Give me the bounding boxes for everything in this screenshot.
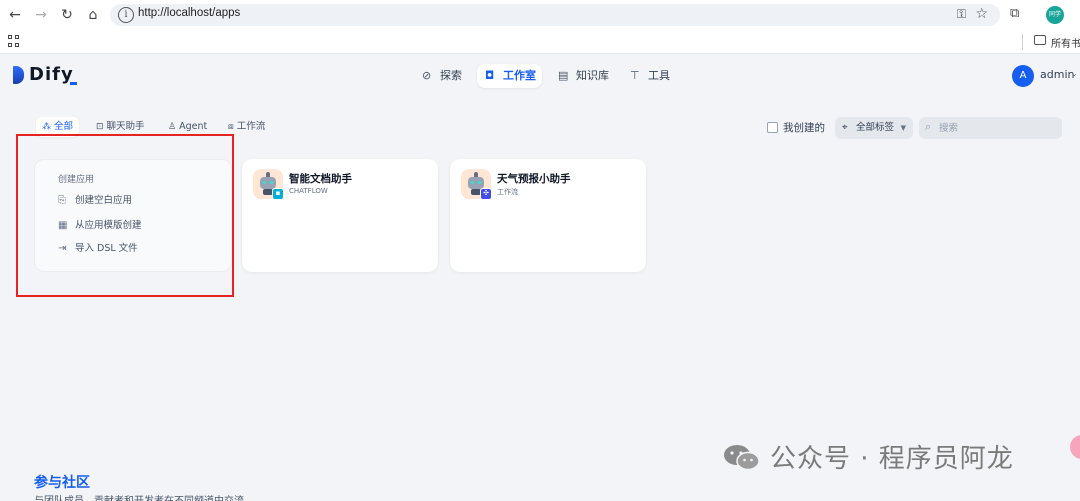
folder-icon[interactable]: [1034, 35, 1046, 45]
app-card[interactable]: ✣ 天气预报小助手 工作流: [450, 159, 646, 272]
explore-icon: ⊘: [422, 69, 432, 82]
tag-filter-label: 全部标签: [856, 122, 895, 133]
create-blank-app-button[interactable]: ⎘ 创建空白应用: [58, 192, 132, 208]
tab-chat-assistant[interactable]: ⊡ 聊天助手: [90, 117, 151, 137]
nav-knowledge-label: 知识库: [576, 69, 609, 82]
url-text[interactable]: http://localhost/apps: [138, 7, 240, 19]
template-icon: ▦: [58, 220, 68, 231]
apps-grid-icon[interactable]: [8, 35, 20, 47]
agent-icon: ♙: [168, 122, 177, 132]
nav-explore[interactable]: ⊘ 探索: [414, 64, 470, 88]
chevron-down-icon: ▼: [900, 124, 906, 132]
hammer-icon: ⊤: [630, 69, 640, 82]
app-header: Dify ⊘ 探索 ◘ 工作室 ▤ 知识库 ⊤ 工具 A admin ⌄: [0, 55, 1080, 97]
watermark-text: 公众号 · 程序员阿龙: [770, 444, 1014, 474]
created-by-me-checkbox[interactable]: [767, 122, 778, 133]
import-icon: ⇥: [58, 243, 67, 254]
create-blank-app-label: 创建空白应用: [75, 195, 133, 206]
import-dsl-label: 导入 DSL 文件: [75, 243, 138, 254]
community-description: 与团队成员、贡献者和开发者在不同频道中交流: [34, 492, 244, 501]
dify-logo-icon[interactable]: [13, 66, 24, 84]
app-name: 智能文档助手: [289, 173, 352, 185]
create-from-template-label: 从应用模版创建: [75, 220, 142, 231]
bookmarks-divider: [1022, 34, 1023, 50]
community-title: 参与社区: [34, 475, 90, 491]
chevron-down-icon[interactable]: ⌄: [1071, 69, 1078, 78]
tab-all[interactable]: ⁂ 全部: [36, 117, 80, 137]
browser-toolbar: ← → ↻ ⌂ i http://localhost/apps ⚿ ☆ ⧉ 同学: [0, 0, 1080, 30]
book-icon: ▤: [558, 69, 569, 82]
bookmark-star-icon[interactable]: ☆: [975, 6, 988, 22]
extensions-icon[interactable]: ⧉: [1010, 6, 1019, 21]
logo-text[interactable]: Dify: [29, 64, 74, 85]
workflow-icon: ⧈: [228, 122, 234, 132]
back-icon[interactable]: ←: [6, 6, 24, 24]
user-avatar[interactable]: A: [1012, 65, 1034, 87]
logo-underscore: [70, 82, 77, 85]
tab-all-label: 全部: [54, 121, 74, 132]
robot-icon: ◘: [485, 69, 495, 82]
user-name[interactable]: admin: [1040, 68, 1074, 81]
create-from-template-button[interactable]: ▦ 从应用模版创建: [58, 217, 142, 233]
all-bookmarks-label[interactable]: 所有书签: [1051, 35, 1080, 50]
app-type: 工作流: [497, 188, 518, 196]
chatflow-badge-icon: ▪: [272, 188, 284, 200]
robot-avatar-icon: ▪: [253, 169, 284, 200]
tab-chat-assistant-label: 聊天助手: [106, 121, 145, 132]
home-icon[interactable]: ⌂: [84, 6, 102, 24]
wechat-icon: [724, 445, 760, 471]
created-by-me-label[interactable]: 我创建的: [783, 120, 825, 135]
reload-icon[interactable]: ↻: [58, 6, 76, 24]
nav-studio-label: 工作室: [503, 69, 536, 82]
floating-help-button[interactable]: [1070, 435, 1080, 459]
address-bar[interactable]: i http://localhost/apps ⚿ ☆: [110, 4, 1000, 26]
create-app-title: 创建应用: [58, 175, 95, 185]
search-icon: ⌕: [925, 120, 932, 133]
nav-knowledge[interactable]: ▤ 知识库: [550, 64, 618, 88]
grid-icon: ⁂: [42, 122, 51, 132]
robot-avatar-icon: ✣: [461, 169, 492, 200]
app-card[interactable]: ▪ 智能文档助手 CHATFLOW: [242, 159, 438, 272]
nav-studio[interactable]: ◘ 工作室: [477, 64, 542, 88]
tab-agent[interactable]: ♙ Agent: [162, 117, 213, 137]
password-key-icon[interactable]: ⚿: [957, 7, 966, 22]
site-info-icon[interactable]: i: [118, 7, 134, 23]
tab-workflow[interactable]: ⧈ 工作流: [222, 117, 271, 137]
nav-tools[interactable]: ⊤ 工具: [622, 64, 678, 88]
tag-filter-dropdown[interactable]: ⌖ 全部标签 ▼: [835, 117, 913, 139]
bookmarks-bar: 所有书签: [0, 30, 1080, 54]
app-name: 天气预报小助手: [497, 173, 571, 185]
forward-icon[interactable]: →: [32, 6, 50, 24]
tab-workflow-label: 工作流: [236, 121, 266, 132]
nav-tools-label: 工具: [648, 69, 670, 82]
app-type: CHATFLOW: [289, 187, 328, 195]
browser-profile-avatar[interactable]: 同学: [1046, 6, 1064, 24]
import-dsl-button[interactable]: ⇥ 导入 DSL 文件: [58, 240, 138, 256]
create-app-card: 创建应用 ⎘ 创建空白应用 ▦ 从应用模版创建 ⇥ 导入 DSL 文件: [34, 159, 232, 272]
nav-explore-label: 探索: [440, 69, 462, 82]
chat-icon: ⊡: [96, 122, 104, 132]
tag-icon: ⌖: [842, 122, 848, 133]
workflow-badge-icon: ✣: [480, 188, 492, 200]
file-plus-icon: ⎘: [58, 195, 66, 206]
tab-agent-label: Agent: [179, 121, 208, 132]
search-input[interactable]: [919, 117, 1062, 139]
